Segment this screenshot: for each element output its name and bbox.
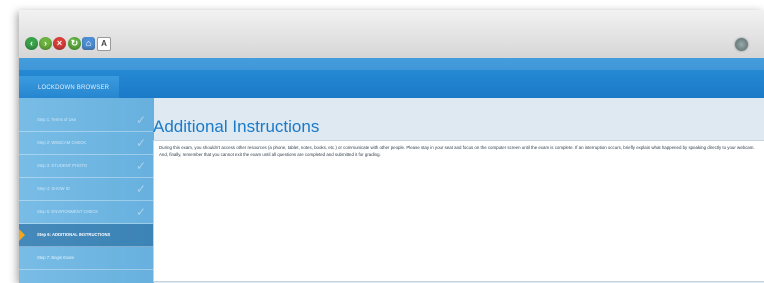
- browser-toolbar: ‹ › × ↻ ⌂ A: [19, 10, 764, 59]
- app-title: LOCKDOWN BROWSER: [38, 85, 110, 91]
- check-icon: ✓: [135, 205, 146, 219]
- check-icon: ✓: [135, 182, 146, 196]
- home-icon[interactable]: ⌂: [82, 37, 95, 50]
- back-icon[interactable]: ‹: [25, 37, 38, 50]
- check-icon: ✓: [135, 159, 146, 173]
- header-shine: [19, 58, 764, 70]
- step-label: Step 4: SHOW ID: [37, 186, 70, 191]
- step-label: Step 5: ENVIRONMENT CHECK: [37, 209, 99, 214]
- text-size-icon[interactable]: A: [97, 37, 111, 51]
- step-3: Step 3: STUDENT PHOTO ✓: [19, 155, 154, 178]
- steps-sidebar: Step 1: Terms of Use ✓ Step 2: WEBCAM CH…: [19, 98, 154, 283]
- step-label: Step 6: ADDITIONAL INSTRUCTIONS: [37, 232, 111, 237]
- step-4: Step 4: SHOW ID ✓: [19, 178, 154, 201]
- step-label: Step 1: Terms of Use: [37, 117, 77, 122]
- page-title: Additional Instructions: [153, 117, 320, 136]
- app-window: ‹ › × ↻ ⌂ A LOCKDOWN BROWSER Step 1: Ter…: [19, 10, 764, 283]
- reload-icon[interactable]: ↻: [68, 37, 81, 50]
- check-icon: ✓: [135, 136, 146, 150]
- forward-icon[interactable]: ›: [39, 37, 52, 50]
- step-2: Step 2: WEBCAM CHECK ✓: [19, 132, 154, 155]
- stop-icon[interactable]: ×: [53, 37, 66, 50]
- step-5: Step 5: ENVIRONMENT CHECK ✓: [19, 201, 154, 224]
- instructions-text: During this exam, you shouldn't access o…: [153, 140, 764, 282]
- check-icon: ✓: [135, 113, 146, 127]
- step-label: Step 7: Begin Exam: [37, 255, 75, 260]
- app-header: [19, 58, 764, 98]
- step-label: Step 2: WEBCAM CHECK: [37, 140, 87, 145]
- help-icon[interactable]: [735, 38, 748, 51]
- step-1: Step 1: Terms of Use ✓: [19, 109, 154, 132]
- step-6-active: Step 6: ADDITIONAL INSTRUCTIONS: [19, 224, 154, 247]
- step-label: Step 3: STUDENT PHOTO: [37, 163, 88, 168]
- step-7: Step 7: Begin Exam: [19, 247, 154, 270]
- current-step-arrow-icon: [19, 229, 25, 241]
